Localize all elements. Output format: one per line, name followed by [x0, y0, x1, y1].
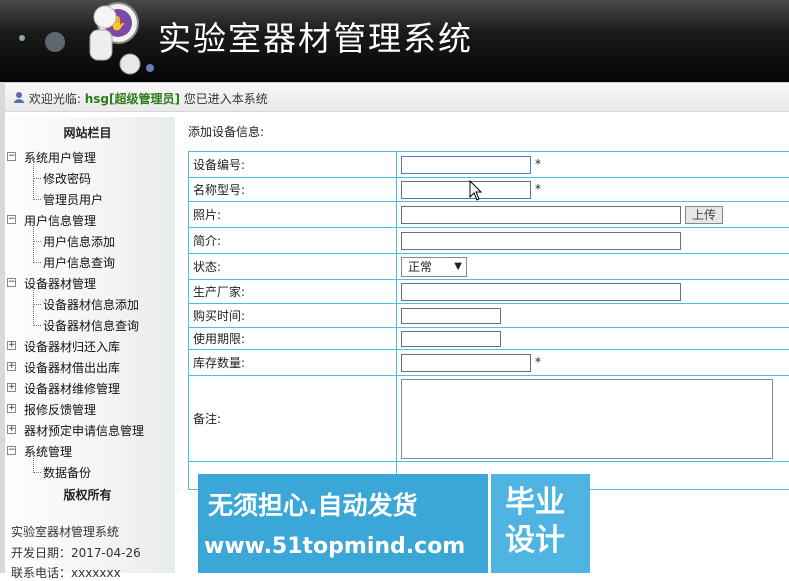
field-label: 设备编号:: [188, 151, 397, 178]
mouse-cursor-icon: [469, 180, 483, 201]
equipment-code-input[interactable]: [401, 155, 531, 174]
period-input[interactable]: [401, 330, 501, 347]
expand-icon[interactable]: +: [7, 362, 16, 371]
model-name-input[interactable]: [401, 180, 531, 199]
collapse-icon[interactable]: −: [7, 446, 16, 455]
field-label: 生产厂家:: [188, 279, 397, 304]
welcome-bar: 欢迎光临: hsg[超级管理员] 您已进入本系统: [5, 82, 789, 112]
user-icon: [13, 91, 25, 103]
remark-textarea[interactable]: [401, 378, 773, 459]
maker-input[interactable]: [401, 282, 681, 301]
app-title: 实验室器材管理系统: [158, 19, 473, 58]
banner-badge: 毕业设计: [505, 485, 565, 558]
dev-date-info: 开发日期：2017-04-26: [11, 546, 141, 560]
dropdown-arrow-icon: ▼: [454, 260, 462, 272]
equipment-form: 设备编号: * 名称型号: * 照片: 上传 简介: 状态: 正常 ▼ 生产厂家:…: [188, 151, 789, 490]
banner-url: www.51topmind.com: [204, 534, 466, 559]
expand-icon[interactable]: +: [7, 425, 16, 434]
promo-banner: 无须担心.自动发货 www.51topmind.com 毕业设计: [198, 474, 590, 573]
status-select[interactable]: 正常 ▼: [401, 256, 467, 277]
required-mark: *: [535, 182, 541, 196]
field-label: 简介:: [188, 227, 397, 254]
field-label: 备注:: [188, 375, 397, 462]
photo-input[interactable]: [401, 205, 681, 224]
required-mark: *: [535, 157, 541, 171]
required-mark: *: [535, 355, 541, 369]
expand-icon[interactable]: +: [7, 341, 16, 350]
collapse-icon[interactable]: −: [7, 215, 16, 224]
collapse-icon[interactable]: −: [7, 278, 16, 287]
field-label: 购买时间:: [188, 303, 397, 328]
welcome-prefix: 欢迎光临:: [28, 92, 81, 106]
banner-slogan: 无须担心.自动发货: [208, 491, 418, 520]
field-label: 照片:: [188, 201, 397, 228]
expand-icon[interactable]: +: [7, 404, 16, 413]
sidebar-title: 网站栏目: [63, 126, 112, 140]
sidebar: 网站栏目 − 系统用户管理 修改密码 管理员用户 − 用户信息管理 用户信息添加…: [5, 117, 175, 580]
section-title: 添加设备信息:: [188, 125, 265, 139]
upload-button[interactable]: 上传: [685, 205, 723, 224]
field-label: 状态:: [188, 253, 397, 280]
expand-icon[interactable]: +: [7, 383, 16, 392]
system-name-info: 实验室器材管理系统: [11, 525, 120, 539]
field-label: 使用期限:: [188, 327, 397, 350]
welcome-suffix: 您已进入本系统: [183, 92, 268, 106]
buy-date-input[interactable]: [401, 307, 501, 324]
field-label: 库存数量:: [188, 349, 397, 376]
intro-input[interactable]: [401, 231, 681, 250]
field-label: 名称型号:: [188, 177, 397, 202]
copyright-title: 版权所有: [63, 488, 112, 502]
logo-figure-icon: ✋: [19, 2, 154, 75]
stock-input[interactable]: [401, 353, 531, 372]
welcome-user: hsg[超级管理员]: [84, 92, 180, 106]
collapse-icon[interactable]: −: [7, 152, 16, 161]
app-header: ✋ 实验室器材管理系统: [0, 0, 789, 82]
